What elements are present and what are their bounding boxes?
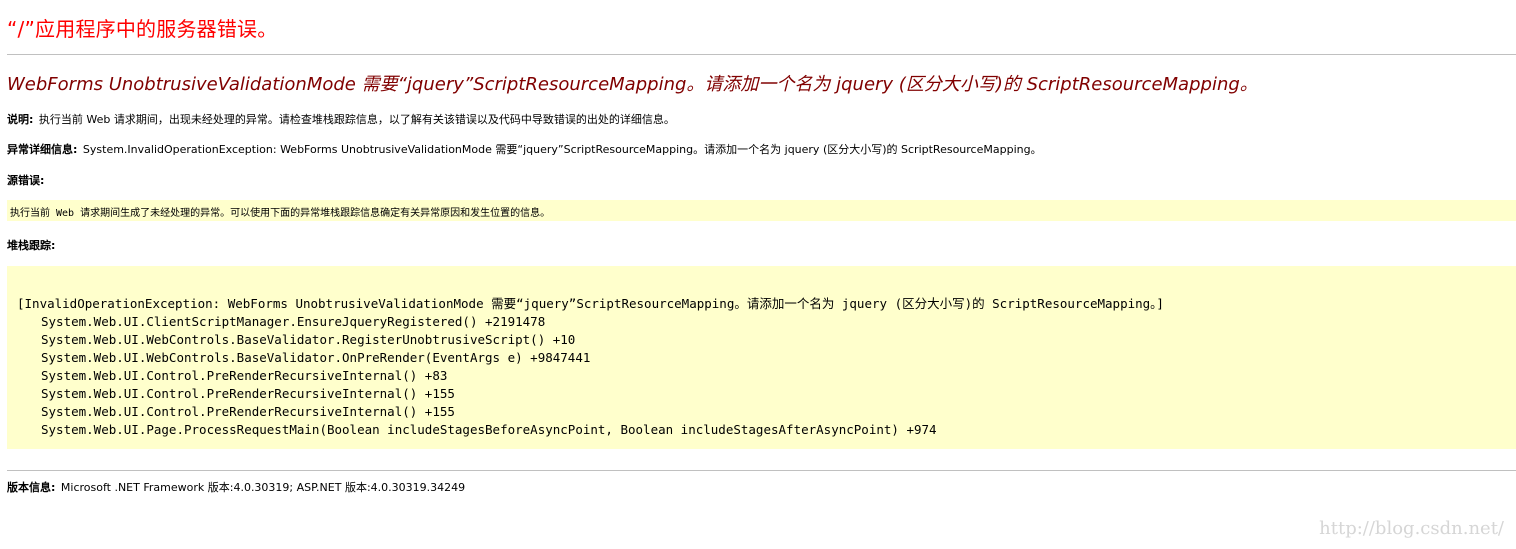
stack-frame: System.Web.UI.Control.PreRenderRecursive… — [41, 368, 448, 383]
stack-trace-box: [InvalidOperationException: WebForms Uno… — [7, 266, 1516, 449]
version-info-section: 版本信息: Microsoft .NET Framework 版本:4.0.30… — [7, 479, 465, 495]
stack-frame: System.Web.UI.WebControls.BaseValidator.… — [41, 332, 576, 347]
description-section: 说明: 执行当前 Web 请求期间，出现未经处理的异常。请检查堆栈跟踪信息，以了… — [7, 111, 675, 127]
source-error-section: 源错误: — [7, 172, 46, 188]
description-text: 执行当前 Web 请求期间，出现未经处理的异常。请检查堆栈跟踪信息，以了解有关该… — [38, 113, 675, 126]
stack-frame: System.Web.UI.WebControls.BaseValidator.… — [41, 350, 591, 365]
stack-frame: System.Web.UI.Control.PreRenderRecursive… — [41, 404, 455, 419]
stack-trace-label: 堆栈跟踪: — [7, 239, 56, 252]
watermark: http://blog.csdn.net/ — [1319, 518, 1504, 539]
stack-frame: System.Web.UI.Page.ProcessRequestMain(Bo… — [41, 422, 937, 437]
source-error-text: 执行当前 Web 请求期间生成了未经处理的异常。可以使用下面的异常堆栈跟踪信息确… — [10, 208, 551, 219]
version-info-text: Microsoft .NET Framework 版本:4.0.30319; A… — [60, 481, 466, 494]
divider-bottom — [7, 470, 1516, 471]
stack-exception-line: [InvalidOperationException: WebForms Uno… — [17, 296, 1164, 311]
divider-top — [7, 54, 1516, 55]
version-info-label: 版本信息: — [7, 481, 56, 494]
stack-trace-text: [InvalidOperationException: WebForms Uno… — [17, 295, 1164, 439]
error-page: “/”应用程序中的服务器错误。 WebForms UnobtrusiveVali… — [7, 0, 1516, 549]
description-label: 说明: — [7, 113, 34, 126]
stack-trace-section: 堆栈跟踪: — [7, 237, 57, 253]
stack-frame: System.Web.UI.Control.PreRenderRecursive… — [41, 386, 455, 401]
page-title: “/”应用程序中的服务器错误。 — [7, 17, 278, 41]
source-error-box: 执行当前 Web 请求期间生成了未经处理的异常。可以使用下面的异常堆栈跟踪信息确… — [7, 200, 1516, 221]
source-error-label: 源错误: — [7, 174, 45, 187]
exception-details-label: 异常详细信息: — [7, 143, 78, 156]
exception-details-text: System.InvalidOperationException: WebFor… — [82, 143, 1042, 156]
exception-details-section: 异常详细信息: System.InvalidOperationException… — [7, 141, 1042, 157]
error-heading: WebForms UnobtrusiveValidationMode 需要“jq… — [7, 74, 1258, 95]
stack-frame: System.Web.UI.ClientScriptManager.Ensure… — [41, 314, 546, 329]
